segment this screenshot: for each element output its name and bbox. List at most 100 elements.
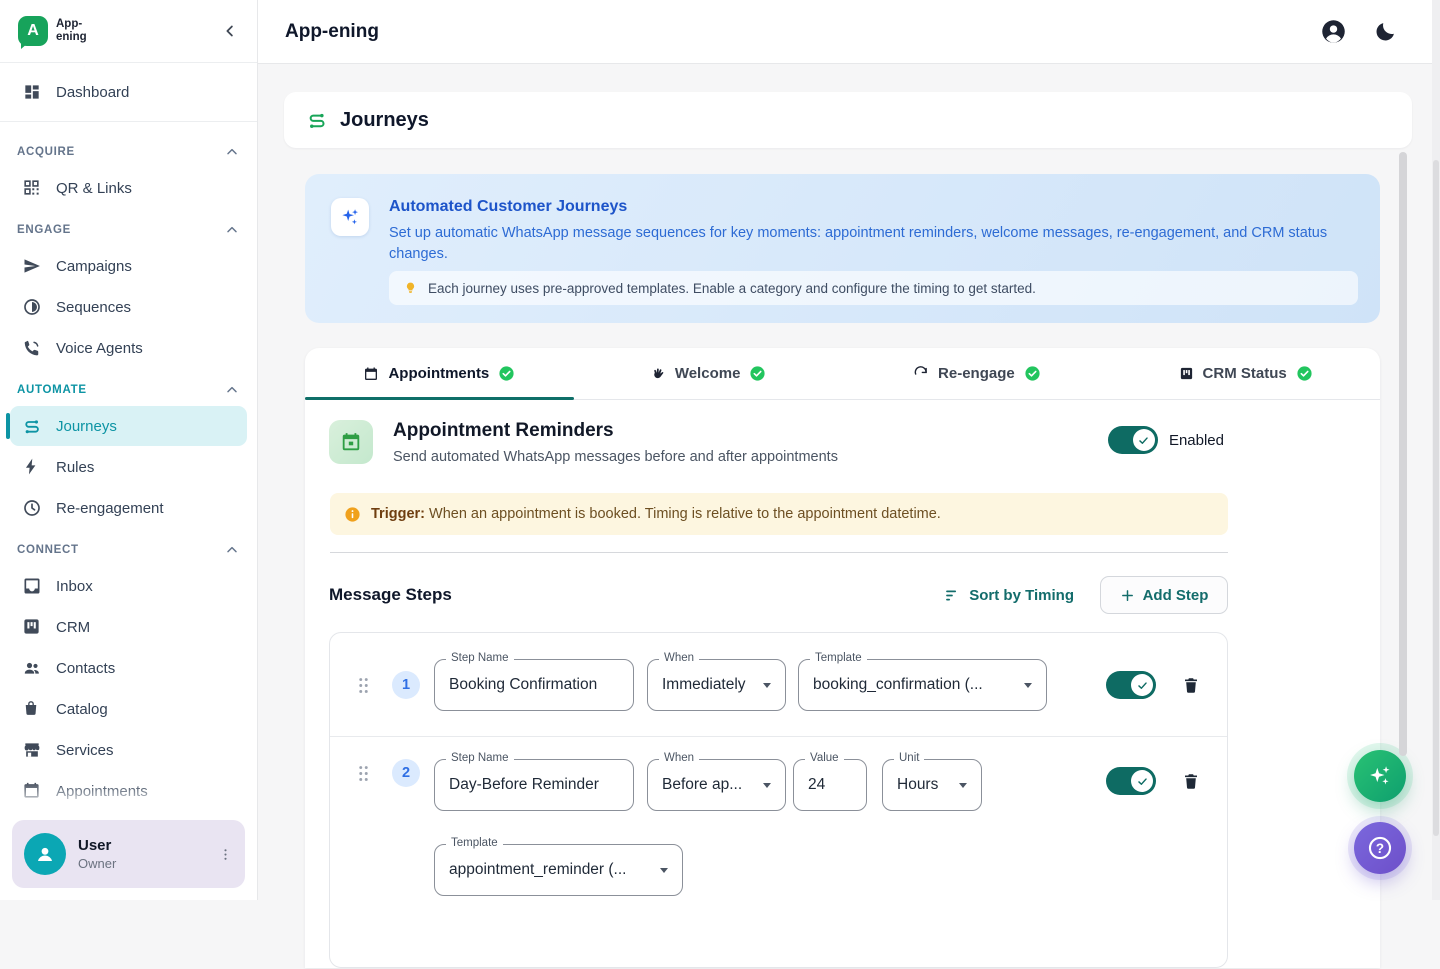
banner-tip-text: Each journey uses pre-approved templates… <box>428 281 1036 296</box>
sidebar-item-label: CRM <box>56 619 90 636</box>
window-scrollbar-thumb[interactable] <box>1433 160 1439 836</box>
enabled-toggle[interactable] <box>1108 426 1158 454</box>
kebab-menu-icon[interactable] <box>218 847 233 862</box>
sidebar-item-dashboard[interactable]: Dashboard <box>10 72 247 112</box>
enabled-label: Enabled <box>1169 432 1224 449</box>
sidebar-collapse-icon[interactable] <box>221 22 239 40</box>
drag-handle-icon[interactable] <box>358 765 369 782</box>
section-header-connect[interactable]: CONNECT <box>0 529 257 565</box>
step-toggle[interactable] <box>1106 671 1156 699</box>
sidebar-item-label: Dashboard <box>56 84 129 101</box>
step-toggle[interactable] <box>1106 767 1156 795</box>
sidebar-item-re-engagement[interactable]: Re-engagement <box>10 488 247 528</box>
user-card[interactable]: User Owner <box>12 820 245 888</box>
dark-mode-moon-icon[interactable] <box>1370 17 1400 47</box>
delete-step-icon[interactable] <box>1182 675 1200 695</box>
sidebar-item-rules[interactable]: Rules <box>10 447 247 487</box>
lightbulb-icon <box>403 281 418 296</box>
sidebar-item-catalog[interactable]: Catalog <box>10 689 247 729</box>
info-icon <box>344 506 361 523</box>
sidebar-item-campaigns[interactable]: Campaigns <box>10 246 247 286</box>
step-row-2: 2 Step Name Day-Before Reminder When Bef… <box>330 737 1227 969</box>
sidebar-item-label: Journeys <box>56 418 117 435</box>
clock-icon <box>22 498 42 518</box>
ai-assistant-fab[interactable] <box>1354 750 1406 802</box>
sidebar-item-crm[interactable]: CRM <box>10 607 247 647</box>
content-scrollbar-thumb[interactable] <box>1399 152 1407 756</box>
sidebar-item-qr-links[interactable]: QR & Links <box>10 168 247 208</box>
when-select[interactable]: When Immediately <box>647 659 786 711</box>
tab-appointments[interactable]: Appointments <box>305 348 574 399</box>
section-header-automate[interactable]: AUTOMATE <box>0 369 257 405</box>
chevron-up-icon <box>224 222 240 238</box>
template-select[interactable]: Template appointment_reminder (... <box>434 844 683 896</box>
tab-crm-status[interactable]: CRM Status <box>1111 348 1380 399</box>
tab-re-engage[interactable]: Re-engage <box>843 348 1112 399</box>
sidebar-item-label: Re-engagement <box>56 500 164 517</box>
sidebar-item-services[interactable]: Services <box>10 730 247 770</box>
delete-step-icon[interactable] <box>1182 771 1200 791</box>
plus-icon <box>1120 588 1135 603</box>
app-logo: A App- ening <box>18 16 87 46</box>
calendar-icon <box>363 366 379 382</box>
steps-container: 1 Step Name Booking Confirmation When Im… <box>329 632 1228 968</box>
template-value: appointment_reminder (... <box>449 861 626 879</box>
trigger-label: Trigger: <box>371 506 425 522</box>
sidebar-item-label: QR & Links <box>56 180 132 197</box>
sidebar-item-journeys[interactable]: Journeys <box>10 406 247 446</box>
step-name-input[interactable]: Step Name Booking Confirmation <box>434 659 634 711</box>
add-step-button[interactable]: Add Step <box>1100 576 1228 614</box>
journeys-panel: Appointments Welcome Re-engage <box>305 348 1380 968</box>
info-banner: Automated Customer Journeys Set up autom… <box>305 174 1380 323</box>
sort-by-timing-button[interactable]: Sort by Timing <box>944 587 1074 604</box>
trigger-text: When an appointment is booked. Timing is… <box>429 506 941 522</box>
user-name: User <box>78 837 116 854</box>
step-name-input[interactable]: Step Name Day-Before Reminder <box>434 759 634 811</box>
divider <box>330 552 1228 553</box>
check-badge-icon <box>749 365 766 382</box>
waving-hand-icon <box>650 366 666 382</box>
section-header-engage[interactable]: ENGAGE <box>0 209 257 245</box>
toggle-knob <box>1131 674 1153 696</box>
chevron-down-icon <box>660 868 668 873</box>
template-select[interactable]: Template booking_confirmation (... <box>798 659 1047 711</box>
sidebar-item-label: Inbox <box>56 578 93 595</box>
step-number-badge: 2 <box>392 759 420 787</box>
account-icon[interactable] <box>1318 17 1348 47</box>
template-value: booking_confirmation (... <box>813 676 983 694</box>
when-value: Before ap... <box>662 776 742 794</box>
people-icon <box>22 658 42 678</box>
message-steps-title: Message Steps <box>329 585 452 605</box>
dashboard-icon <box>22 82 42 102</box>
route-icon <box>22 416 42 436</box>
tab-bar: Appointments Welcome Re-engage <box>305 348 1380 400</box>
category-icon-box <box>329 420 373 464</box>
chevron-up-icon <box>224 382 240 398</box>
sidebar-item-voice-agents[interactable]: Voice Agents <box>10 328 247 368</box>
brand-icon: A <box>18 16 48 46</box>
sidebar-item-label: Contacts <box>56 660 115 677</box>
sidebar-item-label: Catalog <box>56 701 108 718</box>
sidebar-item-label: Rules <box>56 459 94 476</box>
help-fab[interactable]: ? <box>1354 822 1406 874</box>
inbox-icon <box>22 576 42 596</box>
sidebar-item-sequences[interactable]: Sequences <box>10 287 247 327</box>
unit-select[interactable]: Unit Hours <box>882 759 982 811</box>
top-header: App-ening <box>258 0 1440 64</box>
sidebar-item-inbox[interactable]: Inbox <box>10 566 247 606</box>
header-title: App-ening <box>285 21 379 43</box>
section-header-acquire[interactable]: ACQUIRE <box>0 131 257 167</box>
kanban-icon <box>1179 366 1194 381</box>
page-header-card: Journeys <box>284 92 1412 148</box>
value-input[interactable]: Value 24 <box>793 759 867 811</box>
step-name-value: Booking Confirmation <box>449 676 597 694</box>
tab-welcome[interactable]: Welcome <box>574 348 843 399</box>
shopping-bag-icon <box>22 699 42 719</box>
divider <box>0 121 257 122</box>
chevron-down-icon <box>959 783 967 788</box>
step-number-badge: 1 <box>392 671 420 699</box>
sidebar-item-contacts[interactable]: Contacts <box>10 648 247 688</box>
drag-handle-icon[interactable] <box>358 677 369 694</box>
check-badge-icon <box>1296 365 1313 382</box>
when-select[interactable]: When Before ap... <box>647 759 786 811</box>
